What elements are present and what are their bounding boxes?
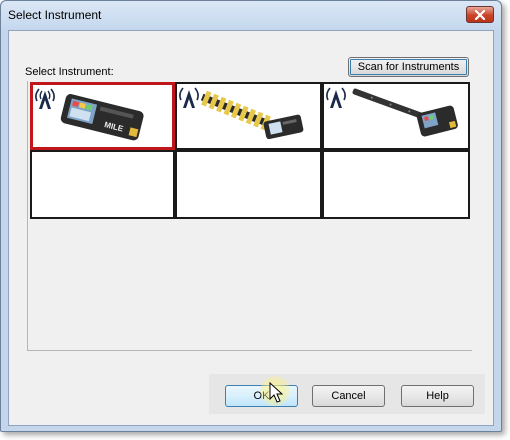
close-button[interactable] bbox=[466, 6, 494, 23]
instrument-slot-6[interactable] bbox=[322, 150, 470, 219]
instrument-slot-2[interactable] bbox=[175, 82, 322, 150]
dialog-body: Select Instrument: Scan for Instruments bbox=[8, 30, 494, 426]
probe-array-icon bbox=[179, 87, 304, 140]
scan-for-instruments-button[interactable]: Scan for Instruments bbox=[348, 57, 469, 77]
title-bar[interactable]: Select Instrument bbox=[1, 1, 501, 29]
instrument-slot-3[interactable] bbox=[322, 82, 470, 150]
window-title: Select Instrument bbox=[8, 8, 102, 22]
dialog-window: Select Instrument Select Instrument: Sca… bbox=[0, 0, 502, 432]
mouse-pointer-icon bbox=[269, 382, 283, 403]
instrument-grid: MILE bbox=[27, 81, 472, 351]
long-probe-meter-icon bbox=[326, 87, 458, 137]
handheld-meter-icon: MILE bbox=[35, 88, 144, 141]
dialog-button-bar: OK Cancel Help bbox=[209, 374, 485, 414]
instrument-slot-5[interactable] bbox=[175, 150, 322, 219]
cancel-button[interactable]: Cancel bbox=[312, 385, 385, 407]
select-instrument-label: Select Instrument: bbox=[25, 66, 114, 78]
help-button[interactable]: Help bbox=[401, 385, 474, 407]
close-icon bbox=[474, 9, 486, 20]
instrument-slot-1[interactable]: MILE bbox=[30, 82, 175, 150]
instrument-slot-4[interactable] bbox=[30, 150, 175, 219]
